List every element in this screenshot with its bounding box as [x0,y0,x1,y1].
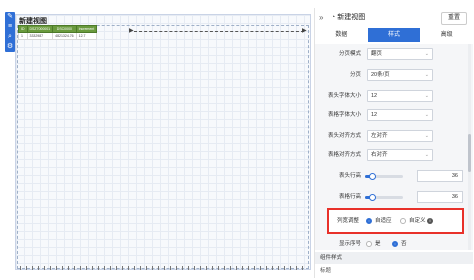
header-row-height-input[interactable]: 36 [417,170,463,182]
row-height-label: 表格行高 [338,194,361,200]
show-row-number-no-radio[interactable] [392,241,398,247]
table-header-cell[interactable]: DSC0000 [52,25,77,33]
header-align-value: 左对齐 [371,133,388,139]
column-width-label: 列宽调整 [337,218,360,224]
tab-advanced[interactable]: 高级 [420,28,473,42]
header-align-row: 表头对齐方式 左对齐 ⌄ [315,130,465,142]
table-header-row: ID DSZ7000001 DSC0000 Increment [18,25,98,33]
chevron-down-icon: ⌄ [424,133,429,139]
chevron-down-icon: ⌄ [424,51,429,57]
page-size-label: 分页 [349,72,361,78]
column-width-auto-label[interactable]: 自适应 [375,217,392,225]
page-size-value: 20条/页 [371,72,390,78]
cell-font-size-row: 表格字体大小 12 ⌄ [315,109,465,121]
view-icon: ◔ [331,13,336,21]
left-toolbar: ✎ ≡ ⌕ ⚙ [5,12,15,52]
tab-data[interactable]: 数据 [315,28,368,42]
tab-style[interactable]: 样式 [367,28,421,42]
pagination-mode-row: 分页模式 翻页 ⌄ [315,48,465,60]
header-font-size-select[interactable]: 12 ⌄ [367,90,433,102]
table-cell: 1 [18,32,28,40]
section-subtitle: 标题 [320,268,332,274]
table-widget[interactable]: ID DSZ7000001 DSC0000 Increment 1 333298… [18,25,98,40]
header-font-size-row: 表头字体大小 12 ⌄ [315,90,465,102]
header-align-label: 表头对齐方式 [327,133,361,139]
column-width-auto-radio[interactable] [366,218,372,224]
header-row-height-slider[interactable] [365,173,403,180]
scrollbar-thumb[interactable] [468,134,471,172]
guide-start-arrow-icon: ▶ [129,28,134,34]
chevron-down-icon: ⌄ [424,93,429,99]
show-row-number-label: 显示序号 [338,241,361,247]
bottom-ruler [20,266,306,270]
row-height-row: 表格行高 36 [315,191,465,203]
table-header-cell[interactable]: Increment [75,25,98,33]
chevron-down-icon: ⌄ [424,72,429,78]
slider-handle[interactable] [368,173,376,180]
design-canvas[interactable]: 新建视图 ▶ ▶ [15,14,311,270]
properties-panel: » ◔ 新建视图 重置 数据 样式 高级 分页模式 翻页 ⌄ 分页 20条/页 … [314,8,473,278]
info-icon[interactable]: i [427,218,433,224]
cell-align-select[interactable]: 右对齐 ⌄ [367,149,433,161]
row-height-input[interactable]: 36 [417,191,463,203]
show-row-number-row: 显示序号 是 否 [315,238,465,250]
cell-align-row: 表格对齐方式 右对齐 ⌄ [315,149,465,161]
header-font-size-value: 12 [371,93,378,99]
chevron-down-icon: ⌄ [424,152,429,158]
page-size-select[interactable]: 20条/页 ⌄ [367,69,433,81]
column-width-custom-radio[interactable] [400,218,406,224]
panel-header: ◔ 新建视图 [331,12,365,22]
row-height-value: 36 [451,194,458,200]
header-align-select[interactable]: 左对齐 ⌄ [367,130,433,142]
cell-align-value: 右对齐 [371,152,388,158]
table-header-cell[interactable]: ID [18,25,28,33]
show-row-number-no-label[interactable]: 否 [401,240,407,248]
header-row-height-row: 表头行高 36 [315,170,465,182]
header-font-size-label: 表头字体大小 [327,93,361,99]
cell-align-label: 表格对齐方式 [327,152,361,158]
column-width-highlight: 列宽调整 自适应 自定义 i [327,208,464,234]
selection-outline [17,25,309,269]
header-row-height-label: 表头行高 [338,173,361,179]
pagination-mode-select[interactable]: 翻页 ⌄ [367,48,433,60]
panel-tabs: 数据 样式 高级 [315,28,473,42]
layers-icon[interactable]: ≡ [5,22,15,32]
resize-guide [134,31,304,32]
slider-handle[interactable] [368,194,376,201]
table-row: 1 3332987 4821324.76 12.7 [18,32,98,40]
component-style-section[interactable]: 组件样式 [315,252,473,264]
panel-title: 新建视图 [337,14,366,21]
table-header-cell[interactable]: DSZ7000001 [26,25,54,33]
table-cell: 3332987 [26,32,54,40]
column-width-custom-label[interactable]: 自定义 [409,217,426,225]
show-row-number-yes-radio[interactable] [366,241,372,247]
cell-font-size-label: 表格字体大小 [327,112,361,118]
settings-icon[interactable]: ⚙ [5,42,15,52]
pagination-mode-value: 翻页 [371,51,383,57]
reset-button[interactable]: 重置 [441,12,467,25]
row-height-slider[interactable] [365,194,403,201]
cell-font-size-value: 12 [371,112,378,118]
search-icon[interactable]: ⌕ [5,32,15,42]
table-cell: 12.7 [75,32,98,40]
panel-scrollbar[interactable] [468,44,471,250]
header-row-height-value: 36 [451,173,458,179]
edit-icon[interactable]: ✎ [5,12,15,22]
section-title: 组件样式 [320,255,343,261]
cell-font-size-select[interactable]: 12 ⌄ [367,109,433,121]
pagination-mode-label: 分页模式 [338,51,361,57]
page-size-row: 分页 20条/页 ⌄ [315,69,465,81]
guide-end-arrow-icon: ▶ [302,28,307,34]
show-row-number-yes-label[interactable]: 是 [375,240,381,248]
chevron-down-icon: ⌄ [424,112,429,118]
table-cell: 4821324.76 [52,32,77,40]
collapse-panel-icon[interactable]: » [319,13,323,22]
